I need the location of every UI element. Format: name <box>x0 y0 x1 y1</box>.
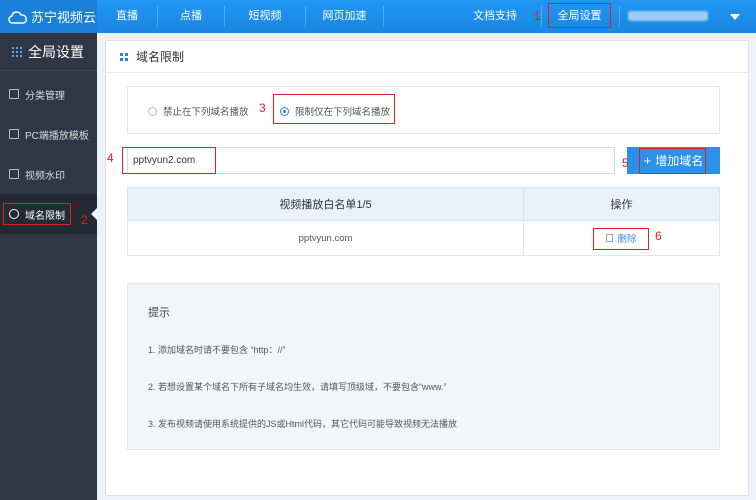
radio-deny-listed-domains[interactable]: 禁止在下列域名播放 <box>148 104 249 118</box>
logo[interactable]: 苏宁视频云 <box>0 0 97 33</box>
annotation-number-4: 4 <box>107 151 114 165</box>
nav-docs[interactable]: 文档支持 <box>465 0 525 33</box>
panel-header: 域名限制 <box>106 41 748 73</box>
category-icon <box>9 89 19 99</box>
sidebar-item-label: PC端播放模板 <box>25 130 89 142</box>
annotation-box-1 <box>548 3 611 28</box>
page-title: 域名限制 <box>136 50 185 64</box>
annotation-number-3: 3 <box>259 101 266 115</box>
sidebar-header: 全局设置 <box>0 33 97 71</box>
tip-line: 1. 添加域名时请不要包含 “http：//” <box>148 345 286 355</box>
restriction-mode-group: 禁止在下列域名播放 限制仅在下列域名播放 <box>127 86 720 134</box>
annotation-box-3 <box>273 94 395 124</box>
annotation-box-2 <box>3 203 71 225</box>
nav-divider <box>383 6 384 27</box>
annotation-box-4 <box>122 147 216 174</box>
user-account-menu[interactable] <box>628 8 740 24</box>
tips-box: 提示 1. 添加域名时请不要包含 “http：//” 2. 若想设置某个域名下所… <box>127 283 720 450</box>
annotation-box-6 <box>593 228 649 250</box>
column-header-whitelist: 视频播放白名单1/5 <box>127 187 524 221</box>
radio-circle[interactable] <box>148 106 157 116</box>
logo-text: 苏宁视频云 <box>31 10 97 25</box>
nav-divider <box>619 6 620 27</box>
sidebar-item-label: 视频水印 <box>25 170 65 182</box>
nav-short-video[interactable]: 短视频 <box>225 0 305 33</box>
active-indicator <box>91 208 97 220</box>
nav-live[interactable]: 直播 <box>97 0 157 33</box>
sidebar: 全局设置 分类管理 PC端播放模板 视频水印 域名限制 <box>0 33 97 500</box>
whitelist-domain-cell: pptvyun.com <box>127 220 524 256</box>
watermark-icon <box>9 169 19 179</box>
radio-label: 禁止在下列域名播放 <box>163 107 249 118</box>
tips-title: 提示 <box>148 307 170 319</box>
nav-divider <box>541 6 542 27</box>
chevron-down-icon <box>730 14 740 20</box>
annotation-number-2: 2 <box>81 213 88 227</box>
sidebar-item-label: 分类管理 <box>25 90 65 102</box>
tip-line: 3. 发布视频请使用系统提供的JS或Html代码，其它代码可能导致视频无法播放 <box>148 419 458 429</box>
sidebar-item-category[interactable]: 分类管理 <box>0 74 97 114</box>
annotation-number-5: 5 <box>622 156 629 170</box>
top-navigation-bar: 苏宁视频云 直播 点播 短视频 网页加速 文档支持 全局设置 <box>0 0 756 33</box>
annotation-box-5 <box>639 148 706 174</box>
sidebar-item-watermark[interactable]: 视频水印 <box>0 154 97 194</box>
nav-web-acceleration[interactable]: 网页加速 <box>306 0 383 33</box>
nav-vod[interactable]: 点播 <box>158 0 224 33</box>
table-header-row: 视频播放白名单1/5 操作 <box>127 187 720 221</box>
panel-title-icon <box>120 52 128 61</box>
annotation-number-1: 1 <box>534 9 541 23</box>
grid-icon <box>12 46 22 57</box>
sidebar-item-pc-template[interactable]: PC端播放模板 <box>0 114 97 154</box>
cloud-icon <box>8 10 27 24</box>
tip-line: 2. 若想设置某个域名下所有子域名均生效，请填写顶级域，不要包含“www.” <box>148 382 447 392</box>
sidebar-title: 全局设置 <box>28 43 84 60</box>
template-icon <box>9 129 19 139</box>
blurred-username <box>628 11 708 21</box>
domain-restriction-panel: 域名限制 禁止在下列域名播放 限制仅在下列域名播放 + 增加域名 视频播放白名单… <box>105 40 749 496</box>
annotation-number-6: 6 <box>655 229 662 243</box>
column-header-actions: 操作 <box>523 187 720 221</box>
